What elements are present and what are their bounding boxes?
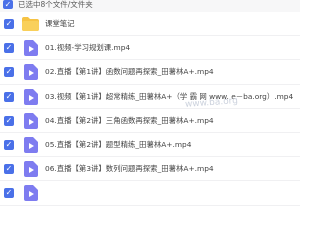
row-checkbox[interactable]: ✓: [4, 43, 14, 54]
row-checkbox[interactable]: ✓: [4, 67, 14, 78]
select-all-checkbox[interactable]: ✓: [3, 0, 13, 9]
video-file-icon: [24, 185, 38, 202]
row-checkbox[interactable]: ✓: [4, 188, 14, 199]
row-checkbox[interactable]: ✓: [4, 91, 14, 102]
video-file-icon: [24, 64, 38, 81]
list-item-video[interactable]: ✓ 06.直播【第3讲】数列问题再探索_田薯林A+.mp4: [0, 157, 300, 182]
row-checkbox[interactable]: ✓: [4, 19, 14, 29]
file-name[interactable]: 课堂笔记: [45, 12, 75, 36]
selection-bar: ✓ 已选中8个文件/文件夹: [0, 0, 300, 12]
file-name[interactable]: 01.视频-学习规划课.mp4: [45, 36, 130, 60]
list-item-video[interactable]: ✓ 02.直播【第1讲】函数问题再探索_田薯林A+.mp4: [0, 60, 300, 85]
video-file-icon: [24, 40, 38, 57]
file-name[interactable]: 04.直播【第2讲】三角函数再探索_田薯林A+.mp4: [45, 109, 214, 133]
selection-count-text: 已选中8个文件/文件夹: [18, 0, 93, 9]
row-checkbox[interactable]: ✓: [4, 139, 14, 150]
list-item-video[interactable]: ✓ 03.视频【第1讲】超常精练_田薯林A+（学 霸 网 www. e－ba.o…: [0, 85, 300, 109]
list-item-video[interactable]: ✓ 05.直播【第2讲】题型精练_田薯林A+.mp4: [0, 133, 300, 158]
list-item-video[interactable]: ✓ 04.直播【第2讲】三角函数再探索_田薯林A+.mp4: [0, 109, 300, 133]
row-checkbox[interactable]: ✓: [4, 115, 14, 126]
video-file-icon: [24, 161, 38, 178]
file-name[interactable]: 05.直播【第2讲】题型精练_田薯林A+.mp4: [45, 133, 191, 157]
list-item-video[interactable]: ✓: [0, 181, 300, 206]
list-item-video[interactable]: ✓ 01.视频-学习规划课.mp4: [0, 36, 300, 61]
video-file-icon: [24, 136, 38, 153]
file-list: ✓ 课堂笔记 ✓ 01.视频-学习规划课.mp4 ✓ 02.直播【第1讲】函数问…: [0, 12, 300, 206]
list-item-folder[interactable]: ✓ 课堂笔记: [0, 12, 300, 37]
video-file-icon: [24, 88, 38, 105]
row-checkbox[interactable]: ✓: [4, 164, 14, 175]
file-name[interactable]: 06.直播【第3讲】数列问题再探索_田薯林A+.mp4: [45, 157, 214, 181]
folder-icon: [22, 17, 39, 31]
file-name[interactable]: 03.视频【第1讲】超常精练_田薯林A+（学 霸 网 www. e－ba.org…: [45, 85, 293, 109]
video-file-icon: [24, 112, 38, 129]
file-name[interactable]: 02.直播【第1讲】函数问题再探索_田薯林A+.mp4: [45, 60, 214, 84]
